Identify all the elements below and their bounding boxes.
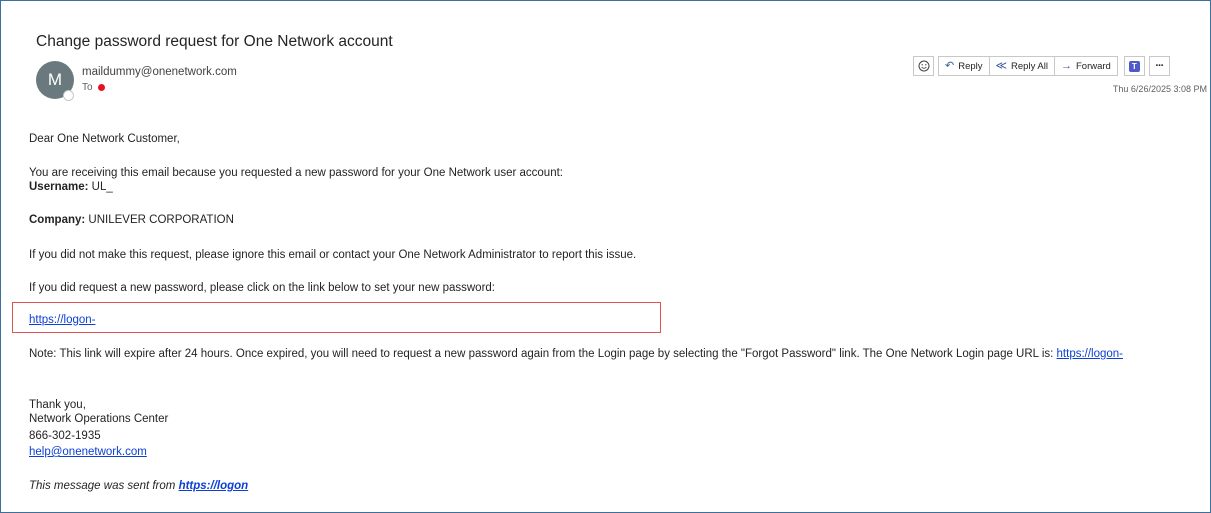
teams-icon: T [1128,60,1140,72]
reply-all-icon: ≪ [995,59,1008,72]
help-email-link[interactable]: help@onenetwork.com [29,446,147,458]
message-toolbar: ↶ Reply ≪ Reply All → Forward T ··· [913,55,1170,77]
more-actions-button[interactable]: ··· [1148,56,1170,76]
reply-label: Reply [958,60,983,72]
intro-paragraph: You are receiving this email because you… [29,167,563,179]
login-page-link[interactable]: https://logon- [1057,348,1123,360]
username-label: Username: [29,181,89,193]
reset-password-link[interactable]: https://logon- [29,314,95,326]
username-line: Username: UL_ [29,181,113,193]
company-label: Company: [29,214,86,226]
note-text: Note: This link will expire after 24 hou… [29,348,1057,360]
signoff: Thank you, [29,399,86,411]
sent-from-text: This message was sent from [29,480,179,492]
presence-status-icon [63,90,74,101]
email-subject: Change password request for One Network … [36,33,393,50]
reply-all-label: Reply All [1011,60,1048,72]
emoji-reaction-button[interactable] [913,56,934,76]
signature-team: Network Operations Center [29,413,169,425]
reply-all-button[interactable]: ≪ Reply All [989,56,1055,76]
forward-button[interactable]: → Forward [1055,56,1118,76]
reset-link-highlight [12,302,661,333]
greeting: Dear One Network Customer, [29,133,180,145]
ignore-paragraph: If you did not make this request, please… [29,249,637,261]
email-reading-pane: Change password request for One Network … [0,0,1211,513]
reply-actions-group: ↶ Reply ≪ Reply All → Forward [938,56,1118,76]
click-instruction: If you did request a new password, pleas… [29,282,495,294]
company-line: Company: UNILEVER CORPORATION [29,214,234,226]
reset-link-line: https://logon- [29,314,95,326]
received-timestamp: Thu 6/26/2025 3:08 PM [1112,84,1207,94]
teams-share-button[interactable]: T [1123,56,1145,76]
reply-button[interactable]: ↶ Reply [938,56,990,76]
recipient-status-dot-icon[interactable] [97,84,105,91]
avatar-initial: M [47,70,63,89]
recipient-line: To [82,82,105,93]
forward-icon: → [1061,59,1072,72]
note-paragraph: Note: This link will expire after 24 hou… [29,348,1123,360]
sender-address[interactable]: maildummy@onenetwork.com [82,66,237,78]
to-label: To [82,82,93,93]
smiley-icon [918,60,929,72]
forward-label: Forward [1076,60,1111,72]
company-value: UNILEVER CORPORATION [85,214,234,226]
more-icon: ··· [1155,60,1164,72]
sent-from-line: This message was sent from https://logon [29,480,248,492]
signature-email-line: help@onenetwork.com [29,446,147,458]
reply-icon: ↶ [945,59,955,72]
signature-phone: 866-302-1935 [29,430,101,442]
username-value: UL_ [88,181,113,193]
sent-from-link[interactable]: https://logon [179,480,249,492]
